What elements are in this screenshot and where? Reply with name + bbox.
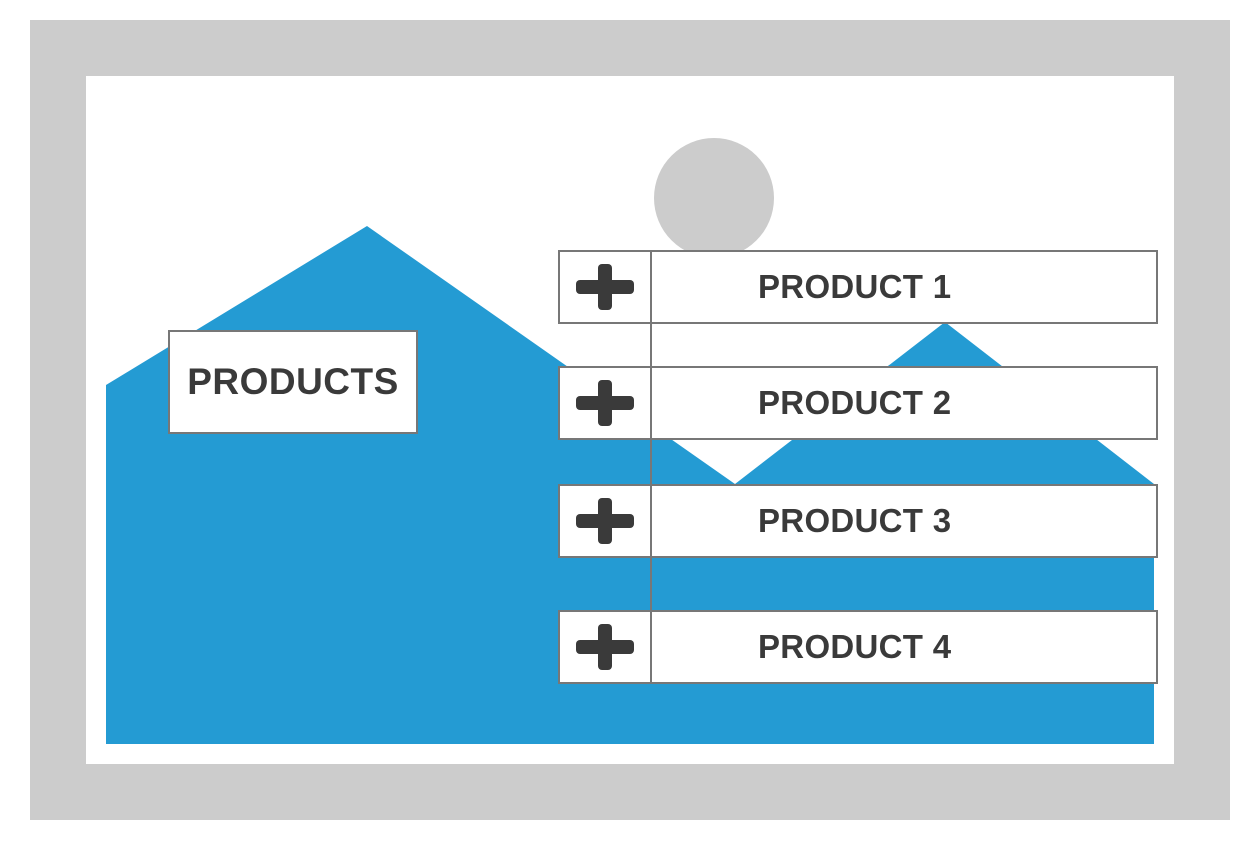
products-heading: PRODUCTS bbox=[168, 330, 418, 434]
product-row-4[interactable]: PRODUCT 4 bbox=[558, 610, 1158, 684]
expand-button-1[interactable] bbox=[560, 252, 652, 322]
product-row-1[interactable]: PRODUCT 1 bbox=[558, 250, 1158, 324]
plus-icon bbox=[576, 498, 634, 544]
expand-button-4[interactable] bbox=[560, 612, 652, 682]
product-row-3[interactable]: PRODUCT 3 bbox=[558, 484, 1158, 558]
expand-button-3[interactable] bbox=[560, 486, 652, 556]
product-label-3: PRODUCT 3 bbox=[758, 502, 952, 539]
sun-shape bbox=[654, 138, 774, 258]
product-label-1: PRODUCT 1 bbox=[758, 268, 952, 305]
expand-button-2[interactable] bbox=[560, 368, 652, 438]
plus-icon bbox=[576, 380, 634, 426]
plus-icon bbox=[576, 624, 634, 670]
product-row-2[interactable]: PRODUCT 2 bbox=[558, 366, 1158, 440]
product-label-4: PRODUCT 4 bbox=[758, 628, 952, 665]
plus-icon bbox=[576, 264, 634, 310]
product-label-2: PRODUCT 2 bbox=[758, 384, 952, 421]
